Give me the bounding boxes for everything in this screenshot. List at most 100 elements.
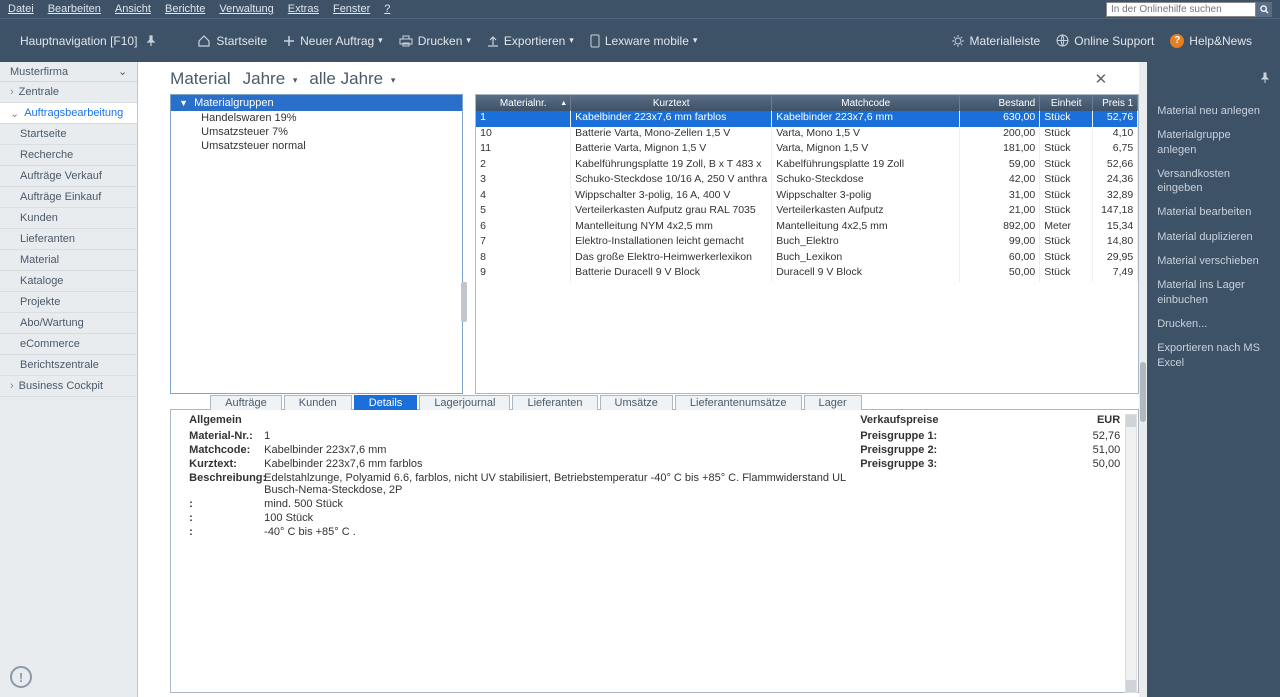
sidebar-item-startseite[interactable]: Startseite <box>0 124 137 145</box>
action-exportieren-nach-ms-excel[interactable]: Exportieren nach MS Excel <box>1157 336 1270 375</box>
home-button[interactable]: Startseite <box>197 34 267 48</box>
tab-lieferanten[interactable]: Lieferanten <box>512 395 597 410</box>
action-material-bearbeiten[interactable]: Material bearbeiten <box>1157 200 1270 224</box>
action-material-duplizieren[interactable]: Material duplizieren <box>1157 225 1270 249</box>
content-area: Material Jahre ▾ alle Jahre ▾ ✕ ▼ Materi… <box>138 62 1147 697</box>
menu-fenster[interactable]: Fenster <box>333 3 370 15</box>
action-materialgruppe-anlegen[interactable]: Materialgruppe anlegen <box>1157 123 1270 162</box>
price-row: Preisgruppe 1:52,76 <box>860 429 1120 443</box>
table-row[interactable]: 2Kabelführungsplatte 19 Zoll, B x T 483 … <box>476 158 1138 174</box>
action-material-ins-lager-einbuchen[interactable]: Material ins Lager einbuchen <box>1157 273 1270 312</box>
sidebar-item-kunden[interactable]: Kunden <box>0 208 137 229</box>
helpnews-button[interactable]: ? Help&News <box>1170 34 1252 48</box>
menubar: Datei Bearbeiten Ansicht Berichte Verwal… <box>0 0 1280 18</box>
tab-umsätze[interactable]: Umsätze <box>600 395 673 410</box>
tab-lager[interactable]: Lager <box>804 395 862 410</box>
col-matchcode[interactable]: Matchcode <box>772 95 960 111</box>
detail-row: Matchcode:Kabelbinder 223x7,6 mm <box>189 443 860 457</box>
help-search-button[interactable] <box>1256 2 1272 17</box>
tree-item[interactable]: Umsatzsteuer normal <box>171 139 462 153</box>
menu-datei[interactable]: Datei <box>8 3 34 15</box>
sidebar-item-zentrale[interactable]: Zentrale <box>0 82 137 103</box>
menu-help[interactable]: ? <box>384 3 390 15</box>
table-row[interactable]: 11Batterie Varta, Mignon 1,5 VVarta, Mig… <box>476 142 1138 158</box>
action-material-verschieben[interactable]: Material verschieben <box>1157 249 1270 273</box>
export-button[interactable]: Exportieren▾ <box>487 34 574 48</box>
alle-jahre-dropdown[interactable]: alle Jahre ▾ <box>309 69 395 89</box>
menu-extras[interactable]: Extras <box>288 3 319 15</box>
help-search-input[interactable] <box>1106 2 1256 17</box>
page-title: Material <box>170 69 230 89</box>
sidebar-item-ecommerce[interactable]: eCommerce <box>0 334 137 355</box>
alert-icon[interactable]: ! <box>10 666 32 688</box>
triangle-down-icon: ▼ <box>179 98 188 108</box>
menu-berichte[interactable]: Berichte <box>165 3 205 15</box>
col-einheit[interactable]: Einheit <box>1040 95 1093 111</box>
detail-row: :mind. 500 Stück <box>189 497 860 511</box>
content-scrollbar[interactable] <box>1139 62 1147 697</box>
sidebar-item-recherche[interactable]: Recherche <box>0 145 137 166</box>
print-button[interactable]: Drucken▾ <box>399 34 471 48</box>
tree-item[interactable]: Umsatzsteuer 7% <box>171 125 462 139</box>
sidebar-item-business-cockpit[interactable]: Business Cockpit <box>0 376 137 397</box>
price-row: Preisgruppe 3:50,00 <box>860 457 1120 471</box>
gear-icon <box>951 34 965 48</box>
jahre-dropdown[interactable]: Jahre ▾ <box>243 69 298 89</box>
tree-item[interactable]: Handelswaren 19% <box>171 111 462 125</box>
table-row[interactable]: 5Verteilerkasten Aufputz grau RAL 7035Ve… <box>476 204 1138 220</box>
tree-root[interactable]: ▼ Materialgruppen <box>171 95 462 111</box>
table-row[interactable]: 1Kabelbinder 223x7,6 mm farblosKabelbind… <box>476 111 1138 127</box>
tab-aufträge[interactable]: Aufträge <box>210 395 282 410</box>
table-row[interactable]: 4Wippschalter 3-polig, 16 A, 400 VWippsc… <box>476 189 1138 205</box>
menu-verwaltung[interactable]: Verwaltung <box>219 3 273 15</box>
tab-kunden[interactable]: Kunden <box>284 395 352 410</box>
table-row[interactable]: 10Batterie Varta, Mono-Zellen 1,5 VVarta… <box>476 127 1138 143</box>
home-icon <box>197 34 211 48</box>
pin-icon[interactable] <box>145 35 157 47</box>
company-selector[interactable]: Musterfirma ⌄ <box>0 62 137 82</box>
sidebar-item-berichtszentrale[interactable]: Berichtszentrale <box>0 355 137 376</box>
splitter-handle[interactable] <box>461 282 467 322</box>
tab-lagerjournal[interactable]: Lagerjournal <box>419 395 510 410</box>
col-materialnr[interactable]: Materialnr. <box>476 95 571 111</box>
sidebar-item-projekte[interactable]: Projekte <box>0 292 137 313</box>
sidebar-item-auftr-ge-verkauf[interactable]: Aufträge Verkauf <box>0 166 137 187</box>
detail-row: Kurztext:Kabelbinder 223x7,6 mm farblos <box>189 457 860 471</box>
close-button[interactable]: ✕ <box>1095 70 1116 88</box>
table-row[interactable]: 6Mantelleitung NYM 4x2,5 mmMantelleitung… <box>476 220 1138 236</box>
materialleiste-button[interactable]: Materialleiste <box>951 34 1041 48</box>
pin-icon[interactable] <box>1260 72 1270 84</box>
table-row[interactable]: 8Das große Elektro-HeimwerkerlexikonBuch… <box>476 251 1138 267</box>
detail-tabs: AufträgeKundenDetailsLagerjournalLiefera… <box>210 394 1139 409</box>
mobile-icon <box>590 34 600 48</box>
new-order-button[interactable]: Neuer Auftrag▾ <box>283 34 383 48</box>
globe-icon <box>1056 34 1069 47</box>
sidebar-item-auftragsbearbeitung[interactable]: Auftragsbearbeitung <box>0 103 137 124</box>
sidebar-item-auftr-ge-einkauf[interactable]: Aufträge Einkauf <box>0 187 137 208</box>
sidebar-item-kataloge[interactable]: Kataloge <box>0 271 137 292</box>
tab-details[interactable]: Details <box>354 395 418 410</box>
sidebar-item-material[interactable]: Material <box>0 250 137 271</box>
sidebar-item-abo-wartung[interactable]: Abo/Wartung <box>0 313 137 334</box>
table-row[interactable]: 7Elektro-Installationen leicht gemachtBu… <box>476 235 1138 251</box>
toolbar: Hauptnavigation [F10] Startseite Neuer A… <box>0 18 1280 62</box>
table-row[interactable]: 3Schuko-Steckdose 10/16 A, 250 V anthraS… <box>476 173 1138 189</box>
detail-row: Beschreibung:Edelstahlzunge, Polyamid 6.… <box>189 471 860 497</box>
mobile-button[interactable]: Lexware mobile▾ <box>590 34 698 48</box>
action-material-neu-anlegen[interactable]: Material neu anlegen <box>1157 99 1270 123</box>
price-row: Preisgruppe 2:51,00 <box>860 443 1120 457</box>
tab-lieferantenumsätze[interactable]: Lieferantenumsätze <box>675 395 802 410</box>
col-kurztext[interactable]: Kurztext <box>571 95 772 111</box>
action-panel: Material neu anlegenMaterialgruppe anleg… <box>1147 62 1280 697</box>
action-versandkosten-eingeben[interactable]: Versandkosten eingeben <box>1157 162 1270 201</box>
detail-scrollbar[interactable] <box>1125 414 1137 693</box>
sidebar-item-lieferanten[interactable]: Lieferanten <box>0 229 137 250</box>
support-button[interactable]: Online Support <box>1056 34 1154 48</box>
action-drucken-[interactable]: Drucken... <box>1157 312 1270 336</box>
menu-bearbeiten[interactable]: Bearbeiten <box>48 3 101 15</box>
col-bestand[interactable]: Bestand <box>960 95 1040 111</box>
menu-ansicht[interactable]: Ansicht <box>115 3 151 15</box>
col-preis[interactable]: Preis 1 <box>1093 95 1138 111</box>
table-row[interactable]: 9Batterie Duracell 9 V BlockDuracell 9 V… <box>476 266 1138 282</box>
magnify-icon <box>1260 5 1269 14</box>
